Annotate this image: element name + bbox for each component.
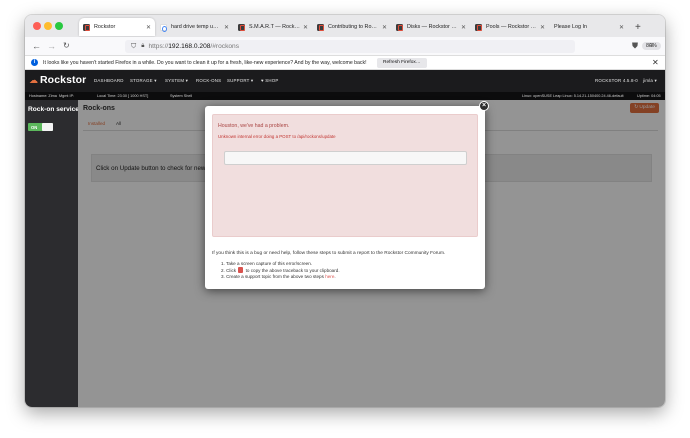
help-text: If you think this is a bug or need help,… xyxy=(212,251,446,256)
lock-icon[interactable]: 🔒︎ xyxy=(141,43,144,50)
menu-system[interactable]: SYSTEM ▾ xyxy=(165,78,188,84)
tab-contributing[interactable]: Contributing to Rockstor ✕ xyxy=(313,18,391,36)
shield-icon[interactable]: ⛉ xyxy=(131,43,136,51)
tab-pools[interactable]: Pools — Rockstor docu ✕ xyxy=(471,18,549,36)
local-time: Local Time: 23:30 [ 1000 HST] xyxy=(97,93,149,98)
toggle-label: ON xyxy=(31,124,38,130)
reload-icon[interactable]: ↻ xyxy=(63,41,70,51)
menu-dashboard[interactable]: DASHBOARD xyxy=(94,78,124,83)
error-modal: Houston, we've had a problem. Unknown in… xyxy=(205,106,485,289)
rockstor-favicon-icon xyxy=(83,23,90,31)
google-favicon-icon xyxy=(160,23,167,32)
step-2: 2. Click to copy the above traceback to … xyxy=(221,266,340,273)
new-tab-button[interactable]: + xyxy=(631,18,645,36)
rockstor-logo[interactable]: Rockstor xyxy=(40,74,86,86)
tab-please-log-in[interactable]: Please Log In ✕ xyxy=(550,18,628,36)
hostname: Hostname: Zima xyxy=(29,93,57,98)
close-tab-icon[interactable]: ✕ xyxy=(221,24,229,31)
modal-close-button[interactable]: × xyxy=(479,101,489,111)
info-icon: i xyxy=(31,59,38,66)
cloud-logo-icon: ☁ xyxy=(29,75,38,85)
error-message: Unknown internal error doing a POST to /… xyxy=(218,134,336,139)
tab-disks[interactable]: Disks — Rockstor docu ✕ xyxy=(392,18,470,36)
notification-bar: i It looks like you haven't started Fire… xyxy=(25,56,665,70)
url-bar[interactable]: ⛉ 🔒︎ https://192.168.0.208/#rockons 80% … xyxy=(125,40,661,53)
tab-rockstor[interactable]: Rockstor ✕ xyxy=(79,18,155,36)
app-version: ROCKSTOR 4.5.8-0 xyxy=(595,78,638,83)
sidebar: Rock-on service ON xyxy=(25,100,79,407)
tab-hard-drive-temp[interactable]: hard drive temp under Li ✕ xyxy=(156,18,233,36)
error-box: Houston, we've had a problem. Unknown in… xyxy=(212,114,478,237)
toggle-knob xyxy=(42,123,53,131)
url-text[interactable]: https://192.168.0.208/#rockons xyxy=(148,43,239,50)
mgmt-ip: Mgmt IP: xyxy=(59,93,75,98)
close-window-button[interactable] xyxy=(33,22,41,30)
close-tab-icon[interactable]: ✕ xyxy=(537,24,545,31)
close-tab-icon[interactable]: ✕ xyxy=(379,24,387,31)
zoom-window-button[interactable] xyxy=(55,22,63,30)
help-steps: 1. Take a screen capture of this error/s… xyxy=(221,261,340,279)
menu-support[interactable]: SUPPORT ▾ xyxy=(227,78,253,84)
minimize-window-button[interactable] xyxy=(44,22,52,30)
forward-arrow-icon[interactable]: → xyxy=(47,41,56,51)
notification-text: It looks like you haven't started Firefo… xyxy=(43,60,367,66)
close-tab-icon[interactable]: ✕ xyxy=(143,24,151,31)
user-menu[interactable]: jimla ▾ xyxy=(643,78,657,84)
copy-clipboard-icon[interactable] xyxy=(238,266,244,273)
system-info-bar: Hostname: Zima Mgmt IP: Local Time: 23:3… xyxy=(25,92,665,100)
rock-on-service-toggle[interactable]: ON xyxy=(28,123,53,131)
error-title: Houston, we've had a problem. xyxy=(218,123,290,129)
menu-shop[interactable]: ♥ SHOP xyxy=(261,78,278,83)
menu-rock-ons[interactable]: ROCK-ONS xyxy=(196,78,221,83)
traceback-field[interactable] xyxy=(224,151,467,165)
step-3: 3. Create a support topic from the above… xyxy=(221,273,336,279)
close-tab-icon[interactable]: ✕ xyxy=(300,24,308,31)
menu-storage[interactable]: STORAGE ▾ xyxy=(130,78,157,84)
support-topic-link[interactable]: here xyxy=(325,274,334,279)
rockstor-favicon-icon xyxy=(475,23,482,31)
close-tab-icon[interactable]: ✕ xyxy=(616,24,624,31)
rockstor-favicon-icon xyxy=(317,23,324,31)
close-tab-icon[interactable]: ✕ xyxy=(458,24,466,31)
system-shell-link[interactable]: System Shell xyxy=(170,94,192,98)
refresh-firefox-button[interactable]: Refresh Firefox… xyxy=(377,58,427,68)
tab-strip: Rockstor ✕ hard drive temp under Li ✕ S.… xyxy=(25,15,665,37)
app-header: ☁ Rockstor DASHBOARD STORAGE ▾ SYSTEM ▾ … xyxy=(25,70,665,92)
tab-smart[interactable]: S.M.A.R.T — Rockstor d ✕ xyxy=(234,18,312,36)
close-icon[interactable]: ✕ xyxy=(652,58,659,67)
rockstor-favicon-icon xyxy=(238,23,245,31)
navigation-bar: ← → ↻ ⛉ 🔒︎ https://192.168.0.208/#rockon… xyxy=(25,37,665,56)
back-arrow-icon[interactable]: ← xyxy=(32,41,41,51)
menu-hamburger-icon[interactable]: ≡ xyxy=(649,41,654,51)
pocket-icon[interactable]: ⛊ xyxy=(632,41,638,51)
os-info: Linux: openSUSE Leap Linux: 5.14.21-1504… xyxy=(522,93,624,98)
sidebar-title: Rock-on service xyxy=(28,106,79,113)
rockstor-favicon-icon xyxy=(396,23,403,31)
uptime: Uptime: 04:05 xyxy=(637,93,661,98)
